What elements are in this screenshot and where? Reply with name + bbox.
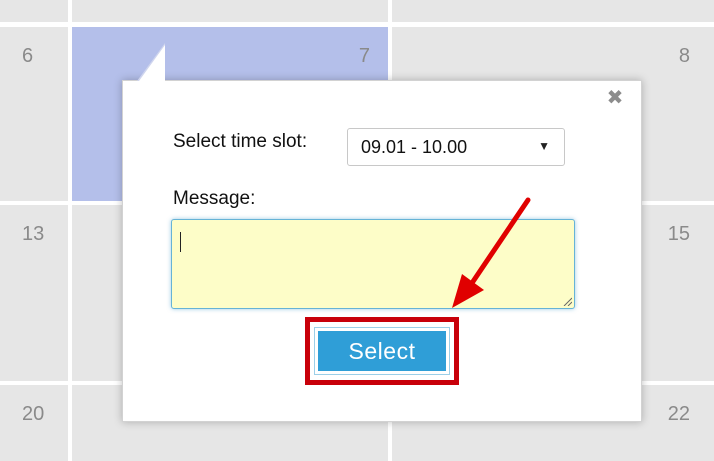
calendar-cell-prev-week-1[interactable] xyxy=(0,0,68,22)
popup-pointer xyxy=(139,45,165,81)
dropdown-arrow-icon: ▼ xyxy=(538,139,550,153)
calendar-day-20[interactable]: 20 xyxy=(0,385,68,461)
message-textarea[interactable] xyxy=(171,219,575,309)
day-number: 22 xyxy=(667,403,690,425)
select-button[interactable]: Select xyxy=(314,327,450,375)
message-label: Message: xyxy=(173,188,256,209)
calendar-cell-prev-week-2[interactable] xyxy=(72,0,388,22)
day-number: 6 xyxy=(22,45,34,67)
timeslot-selected-value: 09.01 - 10.00 xyxy=(361,137,468,157)
day-number: 13 xyxy=(22,223,45,245)
day-number: 15 xyxy=(667,223,690,245)
day-number: 7 xyxy=(358,45,370,67)
calendar-day-13[interactable]: 13 xyxy=(0,205,68,381)
text-caret xyxy=(180,232,181,252)
day-number: 8 xyxy=(678,45,690,67)
timeslot-popup: ✖ Select time slot: 09.01 - 10.00 ▼ Mess… xyxy=(122,43,642,422)
timeslot-select[interactable]: 09.01 - 10.00 ▼ xyxy=(347,128,565,166)
timeslot-label: Select time slot: xyxy=(173,131,308,152)
calendar-day-6[interactable]: 6 xyxy=(0,27,68,201)
day-number: 20 xyxy=(22,403,45,425)
calendar-cell-prev-week-3[interactable] xyxy=(392,0,714,22)
close-icon[interactable]: ✖ xyxy=(606,88,624,108)
resize-handle-icon[interactable] xyxy=(562,296,572,306)
